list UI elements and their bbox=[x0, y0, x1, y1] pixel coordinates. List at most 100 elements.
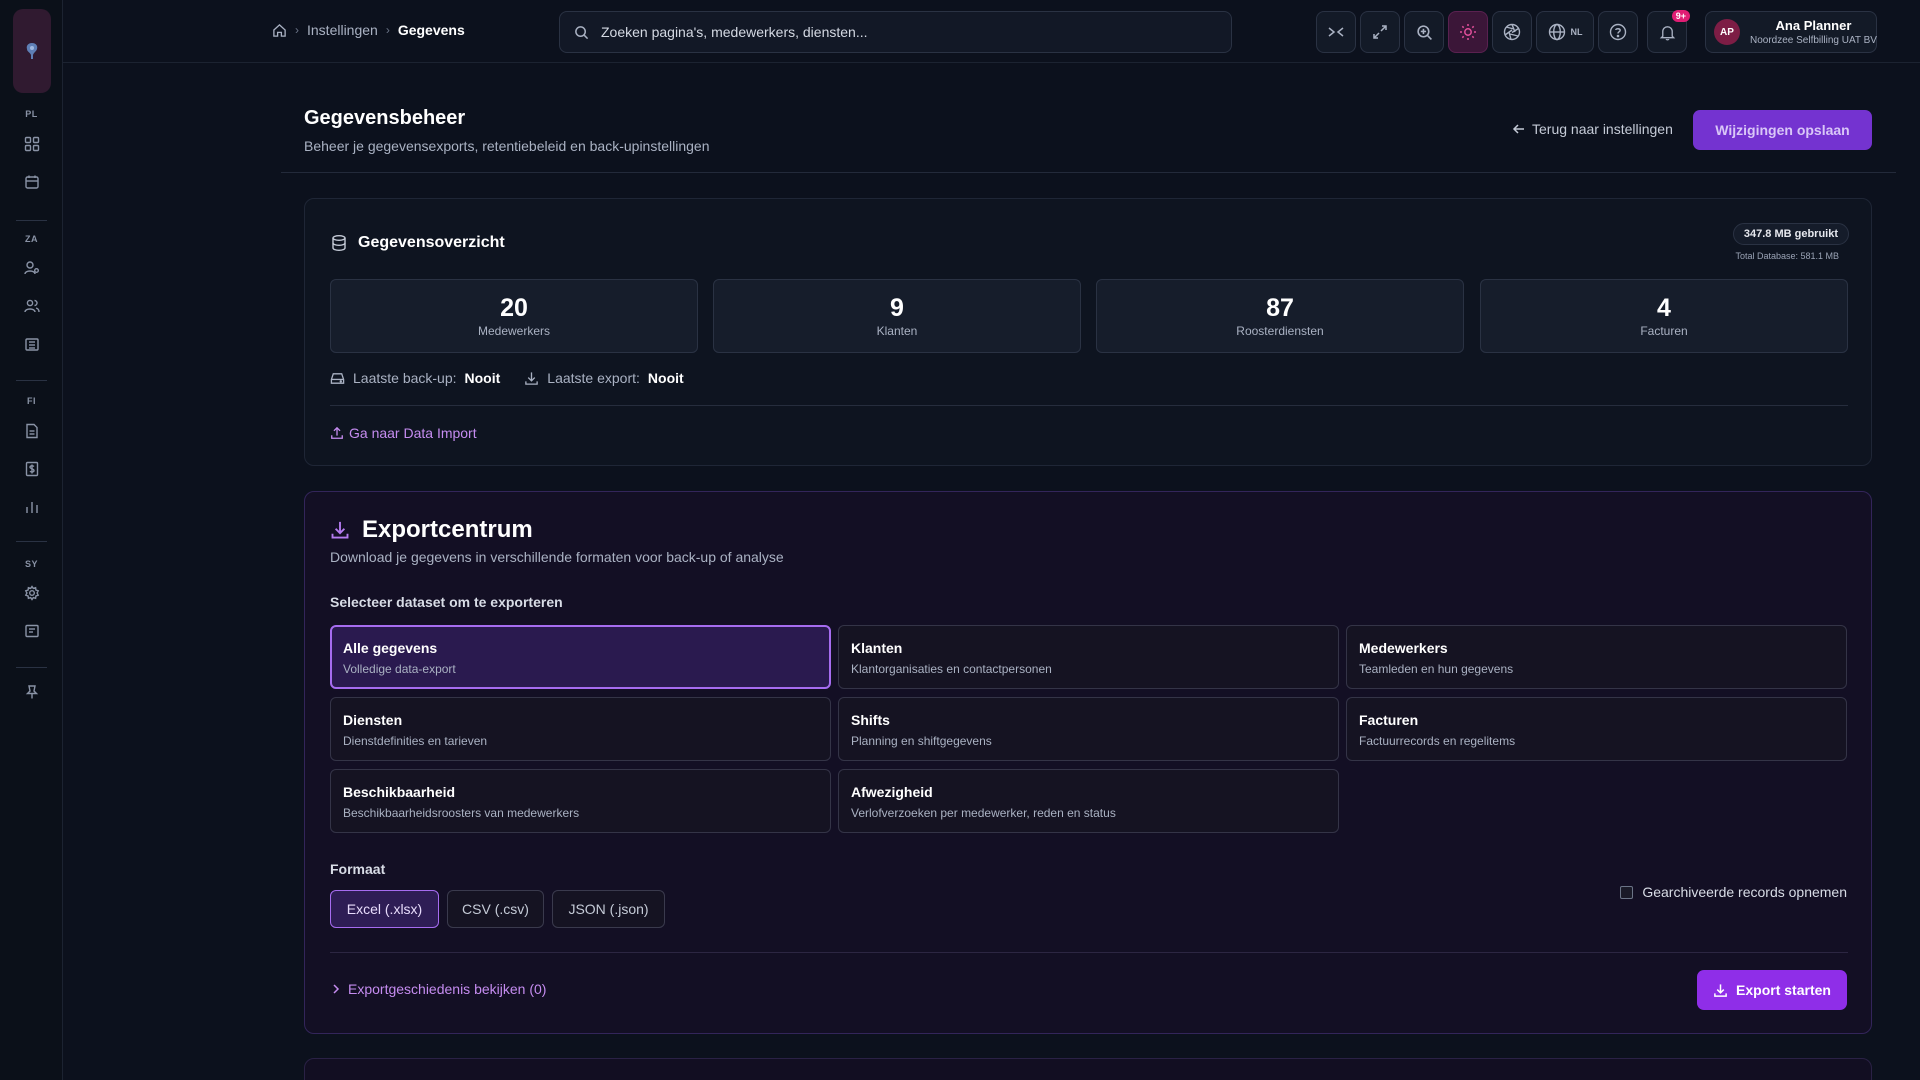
user-name: Ana Planner bbox=[1775, 18, 1852, 33]
format-option-csv[interactable]: CSV (.csv) bbox=[447, 890, 544, 928]
last-backup-value: Nooit bbox=[464, 370, 501, 386]
brand-logo-icon bbox=[26, 43, 38, 59]
dataset-option-afwezigheid[interactable]: Afwezigheid Verlofverzoeken per medewerk… bbox=[838, 769, 1339, 833]
dataset-option-beschikbaarheid[interactable]: Beschikbaarheid Beschikbaarheidsroosters… bbox=[330, 769, 831, 833]
export-title: Exportcentrum bbox=[362, 516, 533, 543]
search-input[interactable] bbox=[601, 24, 1201, 40]
stat-value: 87 bbox=[1266, 294, 1294, 322]
start-export-label: Export starten bbox=[1736, 982, 1831, 998]
document-icon[interactable] bbox=[20, 419, 44, 443]
search-icon bbox=[574, 25, 589, 40]
dataset-desc: Volledige data-export bbox=[343, 662, 456, 676]
dataset-option-alle-gegevens[interactable]: Alle gegevens Volledige data-export bbox=[330, 625, 831, 689]
fullscreen-icon bbox=[1373, 25, 1387, 39]
page-subtitle: Beheer je gegevensexports, retentiebelei… bbox=[304, 138, 710, 154]
zoom-icon bbox=[1416, 24, 1432, 40]
dataset-desc: Factuurrecords en regelitems bbox=[1359, 734, 1516, 748]
chevron-right-icon: › bbox=[295, 23, 299, 37]
brand-logo[interactable] bbox=[13, 9, 51, 93]
bell-icon bbox=[1659, 25, 1675, 40]
user-settings-icon[interactable] bbox=[20, 256, 44, 280]
help-icon bbox=[1609, 23, 1627, 41]
data-overview-card: Gegevensoverzicht 347.8 MB gebruikt Tota… bbox=[304, 198, 1872, 466]
sidebar-divider bbox=[16, 380, 47, 381]
dataset-option-diensten[interactable]: Diensten Dienstdefinities en tarieven bbox=[330, 697, 831, 761]
back-to-settings-link[interactable]: Terug naar instellingen bbox=[1512, 121, 1673, 137]
search-box[interactable] bbox=[559, 11, 1232, 53]
zoom-button[interactable] bbox=[1404, 11, 1444, 53]
export-title-row: Exportcentrum bbox=[330, 516, 533, 544]
sidebar-divider bbox=[16, 220, 47, 221]
save-changes-button[interactable]: Wijzigingen opslaan bbox=[1693, 110, 1872, 150]
breadcrumb-instellingen[interactable]: Instellingen bbox=[307, 22, 378, 38]
notifications-button[interactable]: 9+ bbox=[1647, 10, 1690, 53]
collapse-icon bbox=[1328, 27, 1344, 37]
arrow-left-icon bbox=[1512, 124, 1524, 134]
dataset-name: Klanten bbox=[851, 640, 903, 656]
building-icon[interactable] bbox=[20, 332, 44, 356]
invoice-icon[interactable] bbox=[20, 457, 44, 481]
dataset-name: Medewerkers bbox=[1359, 640, 1448, 656]
help-button[interactable] bbox=[1598, 11, 1638, 53]
dataset-option-medewerkers[interactable]: Medewerkers Teamleden en hun gegevens bbox=[1346, 625, 1847, 689]
user-menu[interactable]: AP Ana Planner Noordzee Selfbilling UAT … bbox=[1705, 11, 1877, 53]
start-export-button[interactable]: Export starten bbox=[1697, 970, 1847, 1010]
avatar: AP bbox=[1714, 19, 1740, 45]
fullscreen-button[interactable] bbox=[1360, 11, 1400, 53]
aperture-button[interactable] bbox=[1492, 11, 1532, 53]
stat-label: Facturen bbox=[1640, 324, 1688, 338]
theme-sun-icon bbox=[1460, 24, 1476, 40]
collapse-button[interactable] bbox=[1316, 11, 1356, 53]
export-history-toggle[interactable]: Exportgeschiedenis bekijken (0) bbox=[330, 981, 546, 997]
include-archived-option[interactable]: Gearchiveerde records opnemen bbox=[1620, 884, 1847, 900]
format-option-xlsx[interactable]: Excel (.xlsx) bbox=[330, 890, 439, 928]
stat-label: Roosterdiensten bbox=[1236, 324, 1324, 338]
stat-card-roosterdiensten: 87 Roosterdiensten bbox=[1096, 279, 1464, 353]
include-archived-label: Gearchiveerde records opnemen bbox=[1642, 884, 1847, 900]
theme-toggle-button[interactable] bbox=[1448, 11, 1488, 53]
language-code: NL bbox=[1570, 27, 1583, 37]
dataset-desc: Planning en shiftgegevens bbox=[851, 734, 992, 748]
download-icon bbox=[331, 521, 349, 539]
last-export-value: Nooit bbox=[647, 370, 684, 386]
back-link-label: Terug naar instellingen bbox=[1532, 121, 1673, 137]
log-icon[interactable] bbox=[20, 619, 44, 643]
stat-card-medewerkers: 20 Medewerkers bbox=[330, 279, 698, 353]
pin-icon[interactable] bbox=[20, 680, 44, 704]
sidebar-section-za: ZA bbox=[25, 234, 38, 244]
data-import-link[interactable]: Ga naar Data Import bbox=[330, 425, 477, 441]
stat-value: 4 bbox=[1657, 294, 1671, 322]
home-icon[interactable] bbox=[272, 23, 287, 38]
sidebar-divider bbox=[16, 541, 47, 542]
sidebar-section-sy: SY bbox=[24, 559, 38, 569]
calendar-icon[interactable] bbox=[20, 170, 44, 194]
overview-title-row: Gegevensoverzicht bbox=[330, 234, 505, 252]
stat-value: 20 bbox=[500, 294, 528, 322]
include-archived-checkbox[interactable] bbox=[1620, 885, 1634, 899]
next-section-card bbox=[304, 1058, 1872, 1080]
dataset-option-facturen[interactable]: Facturen Factuurrecords en regelitems bbox=[1346, 697, 1847, 761]
dataset-name: Beschikbaarheid bbox=[343, 784, 456, 800]
sidebar-section-pl: PL bbox=[25, 109, 38, 119]
format-option-json[interactable]: JSON (.json) bbox=[552, 890, 665, 928]
bar-chart-icon[interactable] bbox=[20, 495, 44, 519]
sidebar-section-fi: FI bbox=[27, 396, 36, 406]
breadcrumb-gegevens: Gegevens bbox=[397, 22, 465, 38]
dataset-name: Afwezigheid bbox=[851, 784, 933, 800]
dashboard-icon[interactable] bbox=[20, 132, 44, 156]
dataset-desc: Teamleden en hun gegevens bbox=[1359, 662, 1514, 676]
user-org: Noordzee Selfbilling UAT BV bbox=[1750, 35, 1877, 46]
gear-icon[interactable] bbox=[20, 581, 44, 605]
language-icon bbox=[1548, 23, 1565, 41]
language-button[interactable]: NL bbox=[1536, 11, 1594, 53]
hard-drive-icon bbox=[330, 372, 345, 384]
export-divider bbox=[330, 952, 1848, 953]
dataset-label: Selecteer dataset om te exporteren bbox=[330, 594, 563, 610]
dataset-name: Alle gegevens bbox=[343, 640, 438, 656]
dataset-desc: Verlofverzoeken per medewerker, reden en… bbox=[851, 806, 1116, 820]
users-icon[interactable] bbox=[20, 294, 44, 318]
usage-badge: 347.8 MB gebruikt bbox=[1732, 223, 1849, 245]
dataset-option-klanten[interactable]: Klanten Klantorganisaties en contactpers… bbox=[838, 625, 1339, 689]
stat-label: Klanten bbox=[876, 324, 918, 338]
dataset-option-shifts[interactable]: Shifts Planning en shiftgegevens bbox=[838, 697, 1339, 761]
